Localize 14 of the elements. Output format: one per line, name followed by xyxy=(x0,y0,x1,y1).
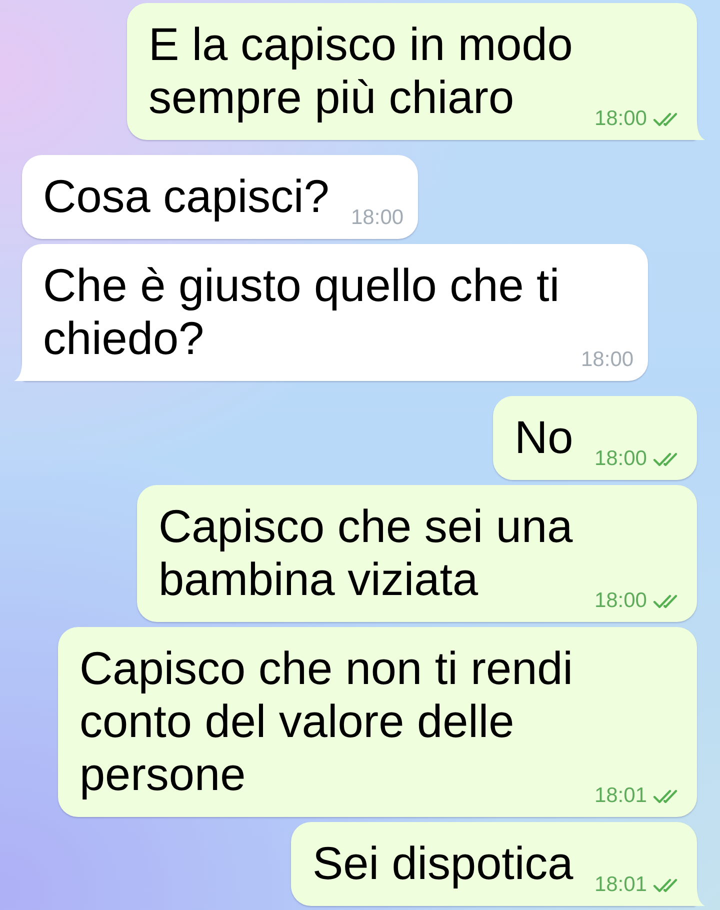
message-text: Sei dispotica xyxy=(312,837,574,890)
message-time: 18:01 xyxy=(594,873,647,897)
message-text: Che è giusto quello che ti chiedo? xyxy=(43,259,561,365)
message-text: Cosa capisci? xyxy=(43,170,330,223)
message-text: No xyxy=(514,411,574,464)
message-text: Capisco che sei una bambina viziata xyxy=(158,500,574,606)
message-time: 18:00 xyxy=(594,447,647,471)
message-text: E la capisco in modo sempre più chiaro xyxy=(148,18,574,124)
message-time: 18:00 xyxy=(594,589,647,613)
message-time: 18:01 xyxy=(594,784,647,808)
message-time: 18:00 xyxy=(594,107,647,131)
message-text: Capisco che non ti rendi conto del valore delle persone xyxy=(79,642,574,801)
message-time: 18:00 xyxy=(351,206,404,230)
message-time: 18:00 xyxy=(581,348,634,372)
